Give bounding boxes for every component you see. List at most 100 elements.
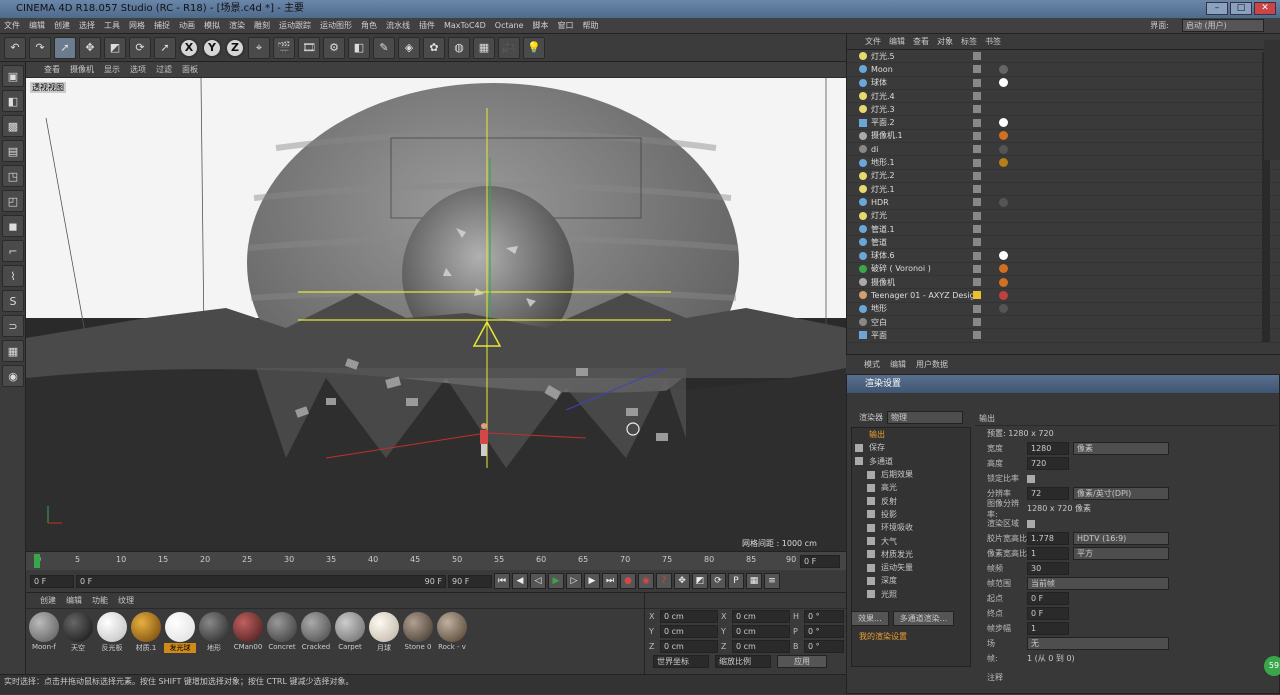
undo-icon[interactable]: ↶ bbox=[4, 36, 26, 59]
pixel-aspect-dropdown[interactable]: 平方 bbox=[1073, 547, 1169, 560]
record-keys-icon[interactable]: ● bbox=[620, 573, 636, 589]
section-motion-vector[interactable]: 运动矢量 bbox=[852, 561, 970, 574]
section-checkbox[interactable] bbox=[867, 523, 875, 532]
visibility-toggle[interactable] bbox=[973, 78, 981, 87]
object-row[interactable]: Teenager 01 - AXYZ Design bbox=[847, 289, 1280, 303]
section-illumination[interactable]: 光照 bbox=[852, 588, 970, 601]
menu-octane[interactable]: Octane bbox=[495, 21, 524, 30]
object-row[interactable]: 球体.6 bbox=[847, 249, 1280, 263]
section-shadow[interactable]: 投影 bbox=[852, 508, 970, 521]
render-settings-icon[interactable]: ⚙ bbox=[323, 36, 345, 59]
menu-script[interactable]: 脚本 bbox=[533, 20, 549, 31]
section-depth[interactable]: 深度 bbox=[852, 574, 970, 587]
timeline-menu-icon[interactable]: ≡ bbox=[764, 573, 780, 589]
workplane-lock-icon[interactable]: ◉ bbox=[2, 365, 24, 387]
section-checkbox[interactable] bbox=[855, 443, 863, 452]
object-row[interactable]: 灯光.5 bbox=[847, 50, 1280, 64]
lock-ratio-checkbox[interactable] bbox=[1027, 474, 1035, 483]
menu-mograph[interactable]: 运动图形 bbox=[320, 20, 352, 31]
frame-range-dropdown[interactable]: 当前帧 bbox=[1027, 577, 1169, 590]
my-render-settings[interactable]: 我的渲染设置 bbox=[859, 631, 907, 642]
maximize-button[interactable]: □ bbox=[1230, 2, 1252, 15]
object-menu-objects[interactable]: 对象 bbox=[937, 36, 953, 47]
recent-tool-icon[interactable]: ➚ bbox=[154, 36, 176, 59]
next-frame-icon[interactable]: ▷ bbox=[566, 573, 582, 589]
frame-step-field[interactable]: 1 bbox=[1027, 622, 1069, 635]
film-aspect-field[interactable]: 1.778 bbox=[1027, 532, 1069, 545]
playhead[interactable] bbox=[34, 554, 40, 568]
cloner-icon[interactable]: ✿ bbox=[423, 36, 445, 59]
material-menu-create[interactable]: 创建 bbox=[40, 595, 56, 606]
y-axis-icon[interactable]: Y bbox=[202, 37, 222, 58]
material-tag-icon[interactable] bbox=[999, 251, 1008, 261]
menu-tools[interactable]: 工具 bbox=[104, 20, 120, 31]
visibility-toggle[interactable] bbox=[973, 171, 981, 180]
visibility-toggle[interactable] bbox=[973, 331, 981, 340]
section-checkbox[interactable] bbox=[867, 483, 875, 492]
viewport-menu-panel[interactable]: 面板 bbox=[182, 64, 198, 75]
material-swatch-selected[interactable]: 发光球 bbox=[164, 612, 196, 653]
coordinate-system-icon[interactable]: ⌖ bbox=[248, 36, 270, 59]
visibility-toggle[interactable] bbox=[973, 145, 981, 154]
camera-icon[interactable]: 🎥 bbox=[498, 36, 520, 59]
section-checkbox[interactable] bbox=[867, 576, 875, 585]
layer-toggle[interactable] bbox=[973, 291, 981, 300]
field-dropdown[interactable]: 无 bbox=[1027, 637, 1169, 650]
renderer-dropdown[interactable]: 物理 bbox=[887, 411, 963, 424]
effects-button[interactable]: 效果... bbox=[851, 611, 889, 626]
object-row[interactable]: 平面.2 bbox=[847, 116, 1280, 130]
visibility-toggle[interactable] bbox=[973, 65, 981, 74]
position-z-field[interactable]: 0 cm bbox=[660, 640, 718, 653]
attr-menu-userdata[interactable]: 用户数据 bbox=[916, 359, 948, 370]
material-tag-icon[interactable] bbox=[999, 197, 1008, 207]
dynamics-tag-icon[interactable] bbox=[999, 264, 1008, 274]
section-post-effects[interactable]: 后期效果 bbox=[852, 468, 970, 481]
key-position-icon[interactable]: ✥ bbox=[674, 573, 690, 589]
live-select-icon[interactable]: ➚ bbox=[54, 36, 76, 59]
material-swatch[interactable]: 反光板 bbox=[96, 612, 128, 653]
points-mode-icon[interactable]: ◳ bbox=[2, 165, 24, 187]
magnet-icon[interactable]: ⊃ bbox=[2, 315, 24, 337]
interface-dropdown[interactable]: 启动 (用户) bbox=[1182, 19, 1264, 32]
object-row[interactable]: 管道.1 bbox=[847, 223, 1280, 237]
material-swatch[interactable]: 天空 bbox=[62, 612, 94, 653]
visibility-toggle[interactable] bbox=[973, 158, 981, 167]
texture-mode-icon[interactable]: ▩ bbox=[2, 115, 24, 137]
visibility-toggle[interactable] bbox=[973, 251, 981, 260]
menu-help[interactable]: 帮助 bbox=[583, 20, 599, 31]
multipass-render-button[interactable]: 多通道渲染... bbox=[892, 611, 955, 626]
keyframe-selection-icon[interactable]: ? bbox=[656, 573, 672, 589]
material-menu-function[interactable]: 功能 bbox=[92, 595, 108, 606]
menu-plugins[interactable]: 插件 bbox=[419, 20, 435, 31]
material-swatch[interactable]: CMan00 bbox=[232, 612, 264, 653]
material-menu-texture[interactable]: 纹理 bbox=[118, 595, 134, 606]
section-multipass[interactable]: 多通道 bbox=[852, 455, 970, 468]
frame-rate-field[interactable]: 30 bbox=[1027, 562, 1069, 575]
menu-snap[interactable]: 捕捉 bbox=[154, 20, 170, 31]
position-y-field[interactable]: 0 cm bbox=[660, 625, 718, 638]
deformer-icon[interactable]: ◍ bbox=[448, 36, 470, 59]
film-aspect-dropdown[interactable]: HDTV (16:9) bbox=[1073, 532, 1169, 545]
world-coords-dropdown[interactable]: 世界坐标 bbox=[653, 655, 709, 668]
size-x-field[interactable]: 0 cm bbox=[732, 610, 790, 623]
frame-range-slider[interactable]: 0 F 90 F bbox=[76, 574, 446, 588]
material-swatch[interactable]: Moon-f bbox=[28, 612, 60, 653]
object-row[interactable]: 球体 bbox=[847, 77, 1280, 90]
material-swatch[interactable]: Rock - v bbox=[436, 612, 468, 653]
visibility-toggle[interactable] bbox=[973, 238, 981, 247]
visibility-toggle[interactable] bbox=[973, 278, 981, 287]
menu-mesh[interactable]: 网格 bbox=[129, 20, 145, 31]
visibility-toggle[interactable] bbox=[973, 118, 981, 127]
menu-motion-tracking[interactable]: 运动跟踪 bbox=[279, 20, 311, 31]
visibility-toggle[interactable] bbox=[973, 185, 981, 194]
section-material-luminance[interactable]: 材质发光 bbox=[852, 548, 970, 561]
material-tag-icon[interactable] bbox=[999, 304, 1008, 314]
object-row[interactable]: 平面 bbox=[847, 329, 1280, 343]
visibility-toggle[interactable] bbox=[973, 211, 981, 220]
z-axis-icon[interactable]: Z bbox=[225, 37, 245, 58]
key-rotation-icon[interactable]: ⟳ bbox=[710, 573, 726, 589]
visibility-toggle[interactable] bbox=[973, 304, 981, 313]
object-menu-tags[interactable]: 标签 bbox=[961, 36, 977, 47]
scale-icon[interactable]: ◩ bbox=[104, 36, 126, 59]
material-tag-icon[interactable] bbox=[999, 290, 1008, 300]
